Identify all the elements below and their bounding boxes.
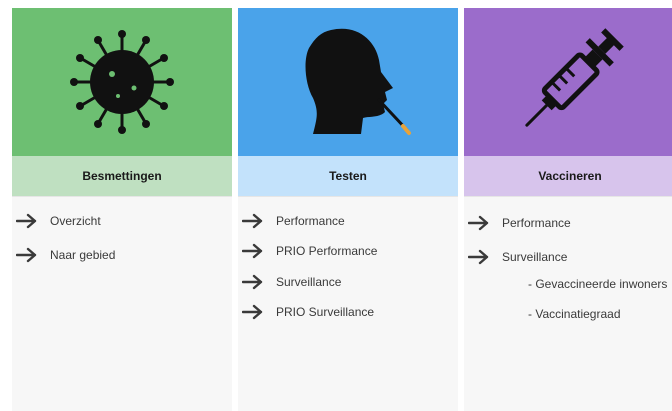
link-naar-gebied[interactable]: Naar gebied <box>12 245 232 265</box>
link-label: PRIO Performance <box>276 244 378 258</box>
link-surveillance[interactable]: Surveillance <box>238 272 458 292</box>
tile-testen[interactable] <box>238 8 458 156</box>
link-prio-performance[interactable]: PRIO Performance <box>238 241 458 261</box>
link-label: Overzicht <box>50 214 101 228</box>
syringe-icon <box>525 28 624 127</box>
link-label: Surveillance <box>502 250 568 264</box>
card-testen: Testen Performance PRIO Performance Surv… <box>238 8 458 411</box>
card-title: Besmettingen <box>82 169 162 183</box>
arrow-right-icon <box>242 213 263 229</box>
link-label: Performance <box>276 214 345 228</box>
link-performance[interactable]: Performance <box>464 213 672 233</box>
link-label: Performance <box>502 216 571 230</box>
link-label: Naar gebied <box>50 248 116 262</box>
card-title: Vaccineren <box>538 169 602 183</box>
link-surveillance[interactable]: Surveillance <box>464 247 672 267</box>
arrow-right-icon <box>468 249 489 265</box>
card-title: Testen <box>329 169 367 183</box>
sublink-vaccinatiegraad[interactable]: - Vaccinatiegraad <box>528 307 672 321</box>
link-label: PRIO Surveillance <box>276 305 375 319</box>
sublink-gevaccineerde-inwoners[interactable]: - Gevaccineerde inwoners <box>528 277 672 291</box>
card-besmettingen: Besmettingen Overzicht Naar gebied <box>12 8 232 411</box>
arrow-right-icon <box>242 304 263 320</box>
link-prio-surveillance[interactable]: PRIO Surveillance <box>238 302 458 322</box>
arrow-right-icon <box>16 247 37 263</box>
link-overzicht[interactable]: Overzicht <box>12 211 232 231</box>
tile-vaccineren[interactable] <box>464 8 672 156</box>
label-testen[interactable]: Testen <box>238 156 458 197</box>
virus-icon <box>70 30 174 134</box>
arrow-right-icon <box>242 243 263 259</box>
link-label: Surveillance <box>276 275 342 289</box>
tile-besmettingen[interactable] <box>12 8 232 156</box>
arrow-right-icon <box>468 215 489 231</box>
label-vaccineren[interactable]: Vaccineren <box>464 156 672 197</box>
arrow-right-icon <box>242 274 263 290</box>
card-vaccineren: Vaccineren Performance Surveillance - Ge… <box>464 8 672 411</box>
label-besmettingen[interactable]: Besmettingen <box>12 156 232 197</box>
nose-swab-test-icon <box>305 28 411 135</box>
arrow-right-icon <box>16 213 37 229</box>
link-performance[interactable]: Performance <box>238 211 458 231</box>
